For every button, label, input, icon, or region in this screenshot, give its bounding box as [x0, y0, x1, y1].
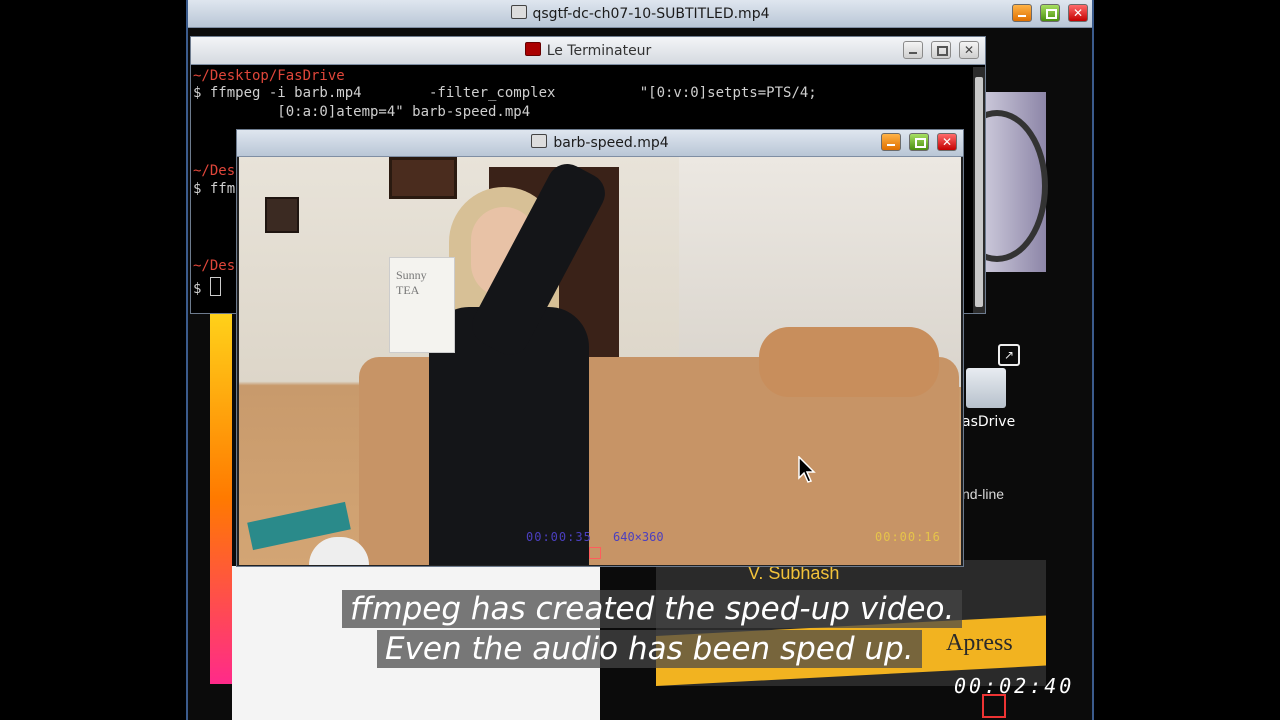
disc-graphic — [946, 92, 1048, 272]
terminal-maximize-button[interactable] — [931, 41, 951, 59]
minimize-button[interactable] — [1012, 4, 1032, 22]
video-title: barb-speed.mp4 — [553, 135, 669, 151]
folder-body — [966, 368, 1006, 408]
video-maximize-button[interactable] — [909, 133, 929, 151]
osd-marker — [589, 547, 601, 559]
handwritten-card: Sunny TEA — [389, 257, 455, 353]
terminal-close-button[interactable] — [959, 41, 979, 59]
app-icon — [510, 5, 527, 19]
terminal-icon — [524, 42, 541, 56]
folder-label[interactable]: asDrive — [962, 414, 1015, 430]
book-spine-color — [210, 312, 232, 684]
video-titlebar[interactable]: barb-speed.mp4 — [237, 130, 963, 157]
terminal-scrollbar[interactable] — [973, 67, 985, 313]
terminal-line: ~/Des — [193, 163, 236, 179]
prompt-symbol: $ — [193, 281, 210, 297]
terminal-line: $ ffmpeg -i barb.mp4 -filter_complex "[0… — [193, 85, 817, 101]
video-minimize-button[interactable] — [881, 133, 901, 151]
scrollbar-thumb[interactable] — [975, 77, 983, 307]
osd-duration: 00:00:16 — [875, 530, 941, 544]
app-icon — [531, 134, 548, 148]
link-arrow-icon: ↗ — [998, 344, 1020, 366]
osd-resolution: 640×360 — [613, 530, 664, 544]
outer-titlebar[interactable]: qsgtf-dc-ch07-10-SUBTITLED.mp4 — [188, 0, 1092, 28]
wall-picture — [265, 197, 299, 233]
terminal-cursor — [209, 277, 221, 296]
terminal-line: $ ffm — [193, 181, 236, 197]
osd-time: 00:00:35 — [526, 530, 592, 544]
terminal-line: ~/Des — [193, 258, 236, 274]
terminal-line: $ — [193, 277, 221, 300]
video-frame[interactable]: Sunny TEA 00:00:35 640×360 00:00:16 — [239, 157, 961, 565]
mouse-pointer-icon — [798, 456, 816, 483]
sofa-cushion — [759, 327, 939, 397]
terminal-title: Le Terminateur — [546, 43, 652, 59]
playback-timer: 00:02:40 — [954, 674, 1075, 698]
video-window: barb-speed.mp4 Sunny TEA 00:00:35 640×36… — [236, 129, 964, 567]
terminal-minimize-button[interactable] — [903, 41, 923, 59]
folder-icon[interactable]: ↗ — [964, 344, 1020, 408]
subtitle-line-2: Even the audio has been sped up. — [377, 630, 922, 668]
outer-title: qsgtf-dc-ch07-10-SUBTITLED.mp4 — [532, 6, 770, 22]
book-publisher-label: Apress — [946, 630, 1013, 656]
subtitle-line-1: ffmpeg has created the sped-up video. — [342, 590, 963, 628]
maximize-button[interactable] — [1040, 4, 1060, 22]
partial-text: nd-line — [962, 486, 1005, 502]
close-button[interactable] — [1068, 4, 1088, 22]
terminal-line: [0:a:0]atemp=4" barb-speed.mp4 — [193, 104, 531, 120]
playback-marker — [982, 694, 1006, 718]
terminal-titlebar[interactable]: Le Terminateur — [191, 37, 985, 65]
video-close-button[interactable] — [937, 133, 957, 151]
